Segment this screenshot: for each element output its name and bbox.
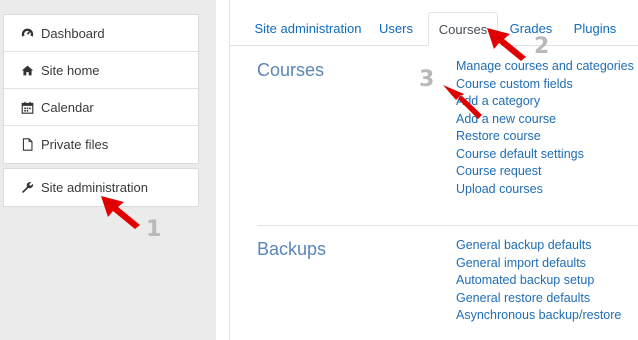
- section-title-courses: Courses: [257, 60, 325, 80]
- sidebar: Dashboard Site home Calendar Private fil…: [0, 0, 216, 340]
- sidebar-item-dashboard[interactable]: Dashboard: [4, 15, 198, 52]
- link-automated-backup-setup[interactable]: Automated backup setup: [456, 272, 621, 290]
- tab-plugins[interactable]: Plugins: [570, 12, 620, 45]
- sidebar-item-label: Calendar: [41, 99, 94, 115]
- annotation-step-2: 2: [534, 34, 550, 59]
- link-general-backup-defaults[interactable]: General backup defaults: [456, 237, 621, 255]
- sidebar-item-label: Private files: [41, 137, 109, 152]
- link-upload-courses[interactable]: Upload courses: [456, 181, 634, 199]
- link-asynchronous-backup-restore[interactable]: Asynchronous backup/restore: [456, 307, 621, 325]
- annotation-step-1: 1: [146, 217, 162, 242]
- sidebar-item-calendar[interactable]: Calendar: [4, 89, 198, 126]
- link-course-default-settings[interactable]: Course default settings: [456, 146, 634, 164]
- section-title-backups: Backups: [257, 239, 327, 259]
- link-manage-courses-and-categories[interactable]: Manage courses and categories: [456, 58, 634, 76]
- tab-users[interactable]: Users: [377, 12, 415, 45]
- annotation-arrow-1-icon: [101, 196, 140, 229]
- home-icon: [20, 63, 34, 77]
- sidebar-item-label: Site home: [41, 62, 100, 78]
- sidebar-item-private-files[interactable]: Private files: [4, 126, 198, 163]
- calendar-icon: [20, 100, 34, 114]
- link-general-import-defaults[interactable]: General import defaults: [456, 255, 621, 273]
- dashboard-icon: [20, 26, 34, 40]
- sidebar-item-site-home[interactable]: Site home: [4, 52, 198, 89]
- sidebar-nav-card: Dashboard Site home Calendar Private fil…: [3, 14, 199, 164]
- wrench-icon: [20, 181, 34, 195]
- annotation-arrow-2-icon: [487, 28, 526, 61]
- sidebar-item-label: Dashboard: [41, 25, 105, 41]
- annotation-arrow-3-icon: [443, 85, 482, 119]
- link-general-restore-defaults[interactable]: General restore defaults: [456, 290, 621, 308]
- backups-link-list: General backup defaults General import d…: [456, 237, 621, 325]
- link-course-request[interactable]: Course request: [456, 163, 634, 181]
- link-restore-course[interactable]: Restore course: [456, 128, 634, 146]
- annotation-step-3: 3: [419, 67, 435, 92]
- main-content: Site administration Users Courses Grades…: [229, 0, 638, 340]
- file-icon: [20, 138, 34, 152]
- courses-link-list: Manage courses and categories Course cus…: [456, 58, 634, 198]
- admin-tabs: Site administration Users Courses Grades…: [230, 12, 638, 46]
- tab-site-administration[interactable]: Site administration: [252, 12, 364, 45]
- section-divider: [257, 225, 638, 226]
